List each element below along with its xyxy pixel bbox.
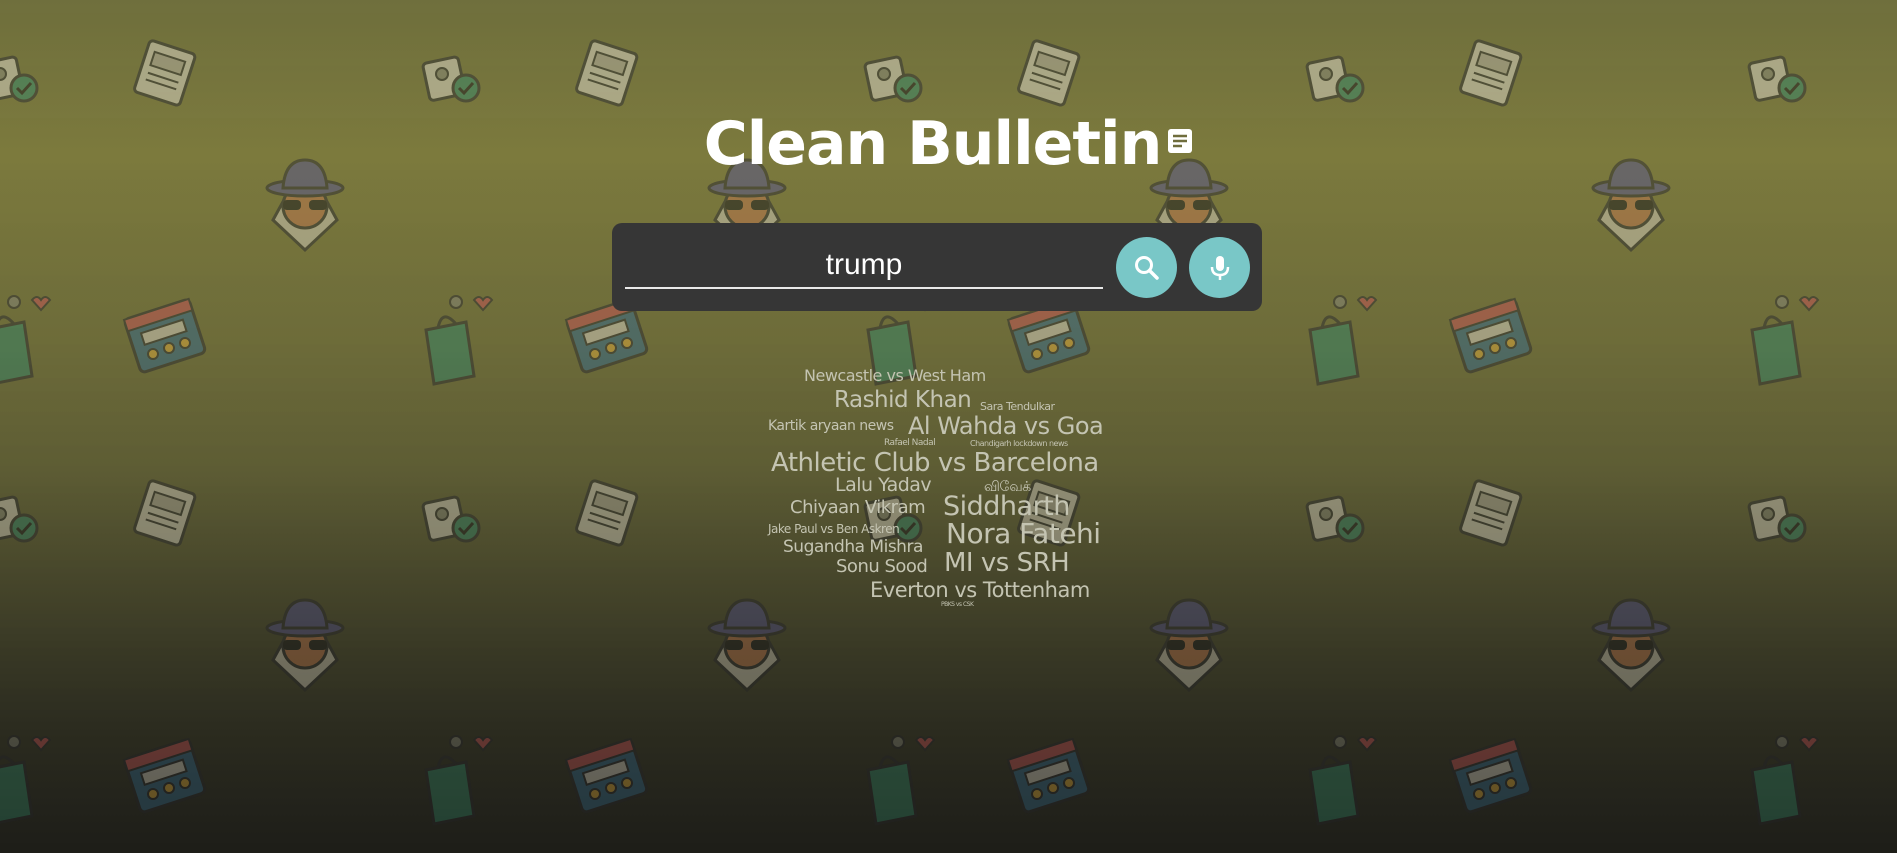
- mic-icon: [1208, 254, 1232, 282]
- cloud-word[interactable]: Jake Paul vs Ben Askren: [768, 522, 900, 536]
- main-content: Clean Bulletin Newcastle vs West Ham Ras…: [0, 0, 1897, 853]
- cloud-word[interactable]: Rafael Nadal: [884, 438, 936, 448]
- article-icon: [1167, 128, 1193, 159]
- cloud-word[interactable]: Nora Fatehi: [946, 517, 1101, 550]
- voice-search-button[interactable]: [1189, 237, 1250, 298]
- search-button[interactable]: [1116, 237, 1177, 298]
- cloud-word[interactable]: Chiyaan Vikram: [790, 497, 926, 518]
- cloud-word[interactable]: PBKS vs CSK: [941, 601, 974, 608]
- cloud-word[interactable]: Rashid Khan: [834, 387, 972, 413]
- search-panel: [612, 223, 1262, 311]
- cloud-word[interactable]: Lalu Yadav: [835, 474, 932, 496]
- cloud-word[interactable]: Sugandha Mishra: [783, 537, 923, 557]
- search-icon: [1133, 254, 1161, 282]
- cloud-word[interactable]: Athletic Club vs Barcelona: [771, 448, 1099, 478]
- cloud-word[interactable]: Kartik aryaan news: [768, 418, 894, 434]
- page-title: Clean Bulletin: [703, 109, 1163, 179]
- cloud-word[interactable]: Sonu Sood: [836, 556, 928, 577]
- cloud-word[interactable]: MI vs SRH: [944, 548, 1070, 578]
- cloud-word[interactable]: Al Wahda vs Goa: [908, 412, 1104, 440]
- header: Clean Bulletin: [0, 108, 1897, 180]
- cloud-word[interactable]: Newcastle vs West Ham: [804, 366, 986, 385]
- cloud-word[interactable]: Everton vs Tottenham: [870, 578, 1090, 602]
- cloud-word[interactable]: Chandigarh lockdown news: [970, 439, 1068, 448]
- search-input[interactable]: [625, 243, 1103, 289]
